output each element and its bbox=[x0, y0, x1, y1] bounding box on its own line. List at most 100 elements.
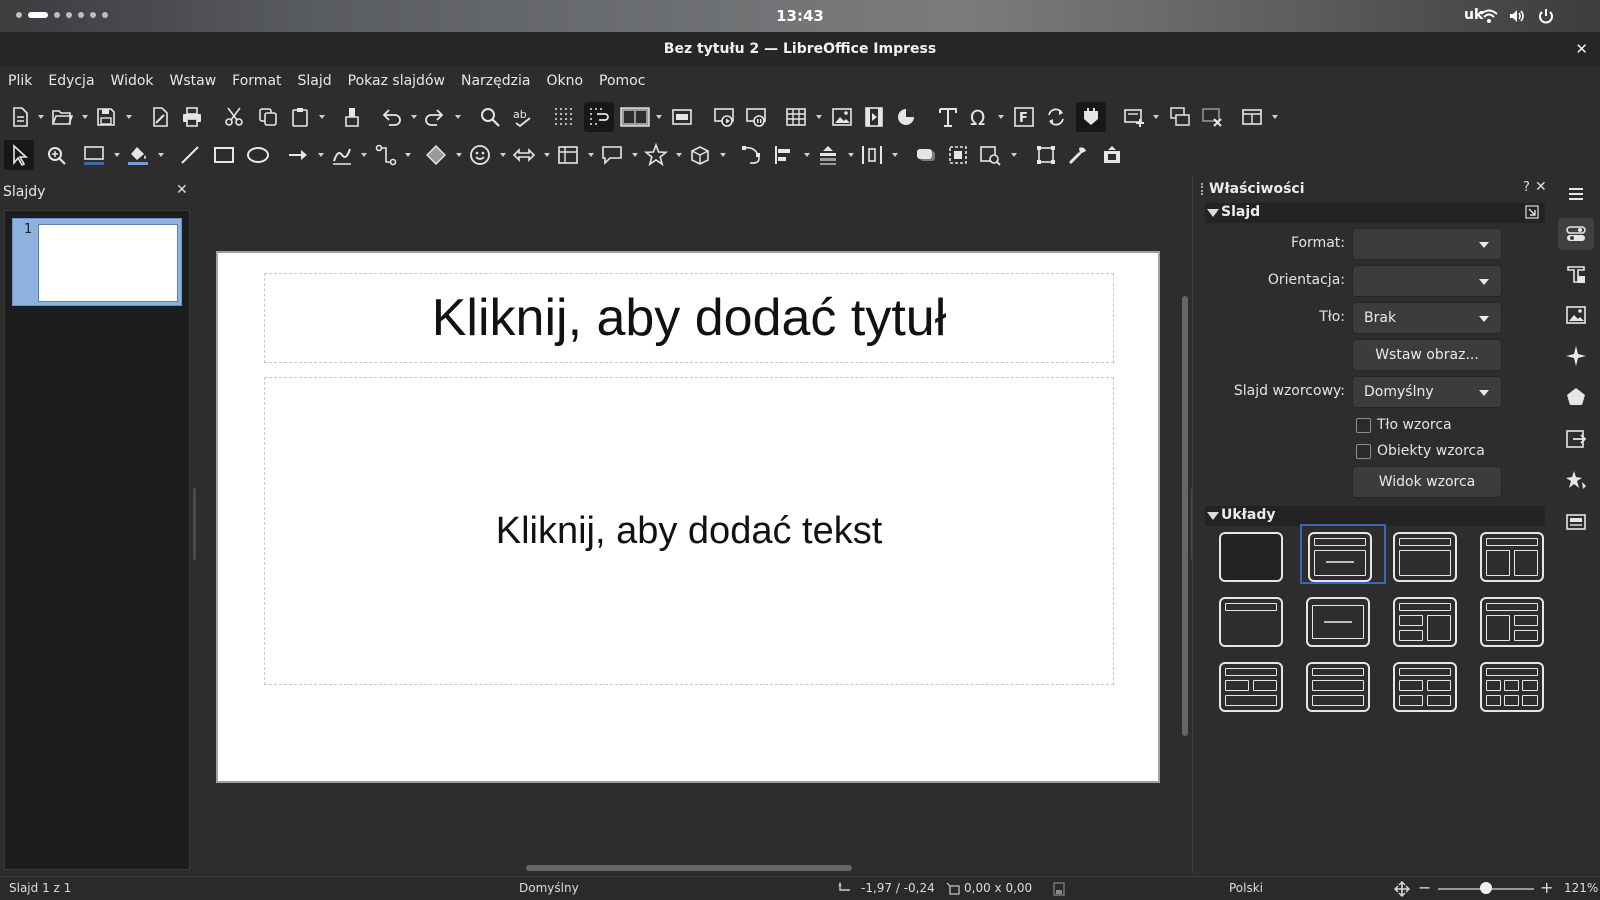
line-icon[interactable] bbox=[178, 143, 202, 167]
insert-slide-dropdown[interactable] bbox=[1153, 115, 1159, 119]
basic-shapes-diamond-icon[interactable] bbox=[424, 143, 448, 167]
properties-help-button[interactable]: ? bbox=[1523, 180, 1530, 195]
slide-thumbnail-selected[interactable]: 1 bbox=[12, 218, 182, 306]
undo-dropdown[interactable] bbox=[411, 115, 417, 119]
print-icon[interactable] bbox=[180, 105, 204, 129]
insert-image-button[interactable]: Wstaw obraz... bbox=[1352, 339, 1502, 371]
align-objects-dropdown[interactable] bbox=[804, 153, 810, 157]
connectors-dropdown[interactable] bbox=[405, 153, 411, 157]
save-dropdown[interactable] bbox=[126, 115, 132, 119]
fit-slide-icon[interactable] bbox=[1394, 881, 1410, 897]
menu-pokaz-slajdow[interactable]: Pokaz slajdów bbox=[348, 66, 452, 98]
content-placeholder[interactable]: Kliknij, aby dodać tekst bbox=[264, 377, 1114, 685]
fontwork-icon[interactable]: F bbox=[1012, 105, 1036, 129]
new-document-icon[interactable] bbox=[8, 105, 32, 129]
block-arrows-dropdown[interactable] bbox=[544, 153, 550, 157]
star-icon[interactable] bbox=[643, 142, 669, 167]
display-views-icon[interactable] bbox=[620, 105, 650, 129]
special-character-icon[interactable]: Ω bbox=[968, 105, 992, 130]
copy-icon[interactable] bbox=[256, 105, 280, 129]
line-ends-with-arrow-icon[interactable] bbox=[286, 143, 310, 167]
layout-title-2-content-over-content[interactable] bbox=[1213, 656, 1299, 716]
gallery-tab-icon[interactable] bbox=[1564, 303, 1588, 327]
spelling-icon[interactable]: ab bbox=[510, 105, 534, 129]
layout-title-content[interactable] bbox=[1300, 524, 1386, 584]
redo-icon[interactable] bbox=[422, 105, 446, 129]
vertical-scrollbar[interactable] bbox=[1182, 296, 1188, 736]
zoom-slider-knob[interactable] bbox=[1480, 882, 1492, 894]
crop-image-icon[interactable] bbox=[946, 143, 970, 167]
distribute-dropdown[interactable] bbox=[892, 153, 898, 157]
slide-transition-tab-icon[interactable] bbox=[1564, 262, 1588, 286]
arrange-objects-icon[interactable] bbox=[816, 143, 840, 167]
filter-image-icon[interactable] bbox=[978, 143, 1002, 167]
transformations-icon[interactable] bbox=[1034, 143, 1058, 167]
menu-widok[interactable]: Widok bbox=[111, 66, 161, 98]
master-background-checkbox[interactable] bbox=[1356, 417, 1371, 433]
select-arrow-icon[interactable] bbox=[4, 140, 34, 170]
start-from-first-slide-icon[interactable] bbox=[712, 105, 736, 129]
layout-blank[interactable] bbox=[1213, 526, 1299, 586]
undo-icon[interactable] bbox=[380, 105, 404, 129]
save-icon[interactable] bbox=[94, 105, 118, 129]
sidebar-menu-icon[interactable] bbox=[1564, 182, 1588, 206]
slide-thumbnail-preview[interactable] bbox=[38, 224, 178, 302]
lines-arrows-dropdown[interactable] bbox=[318, 153, 324, 157]
menu-edycja[interactable]: Edycja bbox=[48, 66, 101, 98]
language-status[interactable]: Polski bbox=[1229, 881, 1263, 895]
master-objects-checkbox-row[interactable]: Obiekty wzorca bbox=[1356, 442, 1485, 460]
basic-shapes-dropdown[interactable] bbox=[456, 153, 462, 157]
insert-text-box-icon[interactable] bbox=[936, 105, 960, 129]
layout-centered-text[interactable] bbox=[1300, 591, 1386, 651]
properties-close-button[interactable]: ✕ bbox=[1535, 179, 1547, 195]
zoom-in-button[interactable]: + bbox=[1540, 878, 1553, 897]
master-slide-status[interactable]: Domyślny bbox=[519, 881, 579, 895]
insert-chart-icon[interactable] bbox=[894, 105, 918, 129]
content-placeholder-text[interactable]: Kliknij, aby dodać tekst bbox=[496, 510, 883, 553]
special-character-dropdown[interactable] bbox=[998, 115, 1004, 119]
menu-plik[interactable]: Plik bbox=[8, 66, 39, 98]
styles-tab-icon[interactable] bbox=[1564, 468, 1588, 492]
layout-title-content-2-content[interactable] bbox=[1474, 591, 1560, 651]
line-color-dropdown[interactable] bbox=[114, 153, 120, 157]
delete-slide-icon[interactable] bbox=[1200, 105, 1224, 129]
symbol-shapes-dropdown[interactable] bbox=[500, 153, 506, 157]
layout-title-only[interactable] bbox=[1213, 591, 1299, 651]
zoom-pan-icon[interactable] bbox=[44, 143, 68, 167]
fill-color-dropdown[interactable] bbox=[158, 153, 164, 157]
points-edit-icon[interactable] bbox=[740, 143, 764, 167]
helplines-while-moving-icon[interactable] bbox=[584, 102, 614, 132]
duplicate-slide-icon[interactable] bbox=[1168, 105, 1192, 129]
zoom-out-button[interactable]: − bbox=[1418, 878, 1431, 897]
distribute-icon[interactable] bbox=[860, 143, 884, 167]
curves-dropdown[interactable] bbox=[361, 153, 367, 157]
callouts-dropdown[interactable] bbox=[632, 153, 638, 157]
cut-icon[interactable] bbox=[222, 105, 246, 129]
export-pdf-icon[interactable] bbox=[148, 105, 172, 129]
block-arrows-icon[interactable] bbox=[512, 143, 536, 167]
wifi-icon[interactable] bbox=[1480, 7, 1498, 25]
layout-title-2-content-content[interactable] bbox=[1387, 591, 1473, 651]
new-document-dropdown[interactable] bbox=[38, 115, 44, 119]
show-gluepoint-functions-icon[interactable] bbox=[1100, 143, 1124, 167]
layouts-section-header[interactable]: Układy bbox=[1205, 506, 1545, 526]
layout-title-content-over-content[interactable] bbox=[1300, 656, 1386, 716]
insert-slide-icon[interactable] bbox=[1122, 105, 1146, 129]
master-view-button[interactable]: Widok wzorca bbox=[1352, 466, 1502, 498]
filter-dropdown[interactable] bbox=[1011, 153, 1017, 157]
menu-okno[interactable]: Okno bbox=[546, 66, 590, 98]
slide-canvas[interactable]: Kliknij, aby dodać tytuł Kliknij, aby do… bbox=[216, 251, 1160, 783]
menu-narzedzia[interactable]: Narzędzia bbox=[461, 66, 537, 98]
sidebar-grip-handle[interactable] bbox=[1201, 183, 1203, 195]
master-objects-checkbox[interactable] bbox=[1356, 443, 1371, 459]
slide-sorter-list[interactable]: 1 bbox=[4, 210, 190, 870]
paste-icon[interactable] bbox=[288, 105, 312, 129]
connector-icon[interactable] bbox=[374, 143, 398, 167]
navigator-tab-icon[interactable] bbox=[1564, 427, 1588, 451]
3d-objects-dropdown[interactable] bbox=[720, 153, 726, 157]
layout-title-two-content[interactable] bbox=[1474, 526, 1560, 586]
table-icon[interactable] bbox=[784, 105, 808, 129]
menu-wstaw[interactable]: Wstaw bbox=[170, 66, 224, 98]
document-modified-icon[interactable] bbox=[1052, 882, 1066, 896]
slide-layout-icon[interactable] bbox=[1240, 105, 1264, 129]
